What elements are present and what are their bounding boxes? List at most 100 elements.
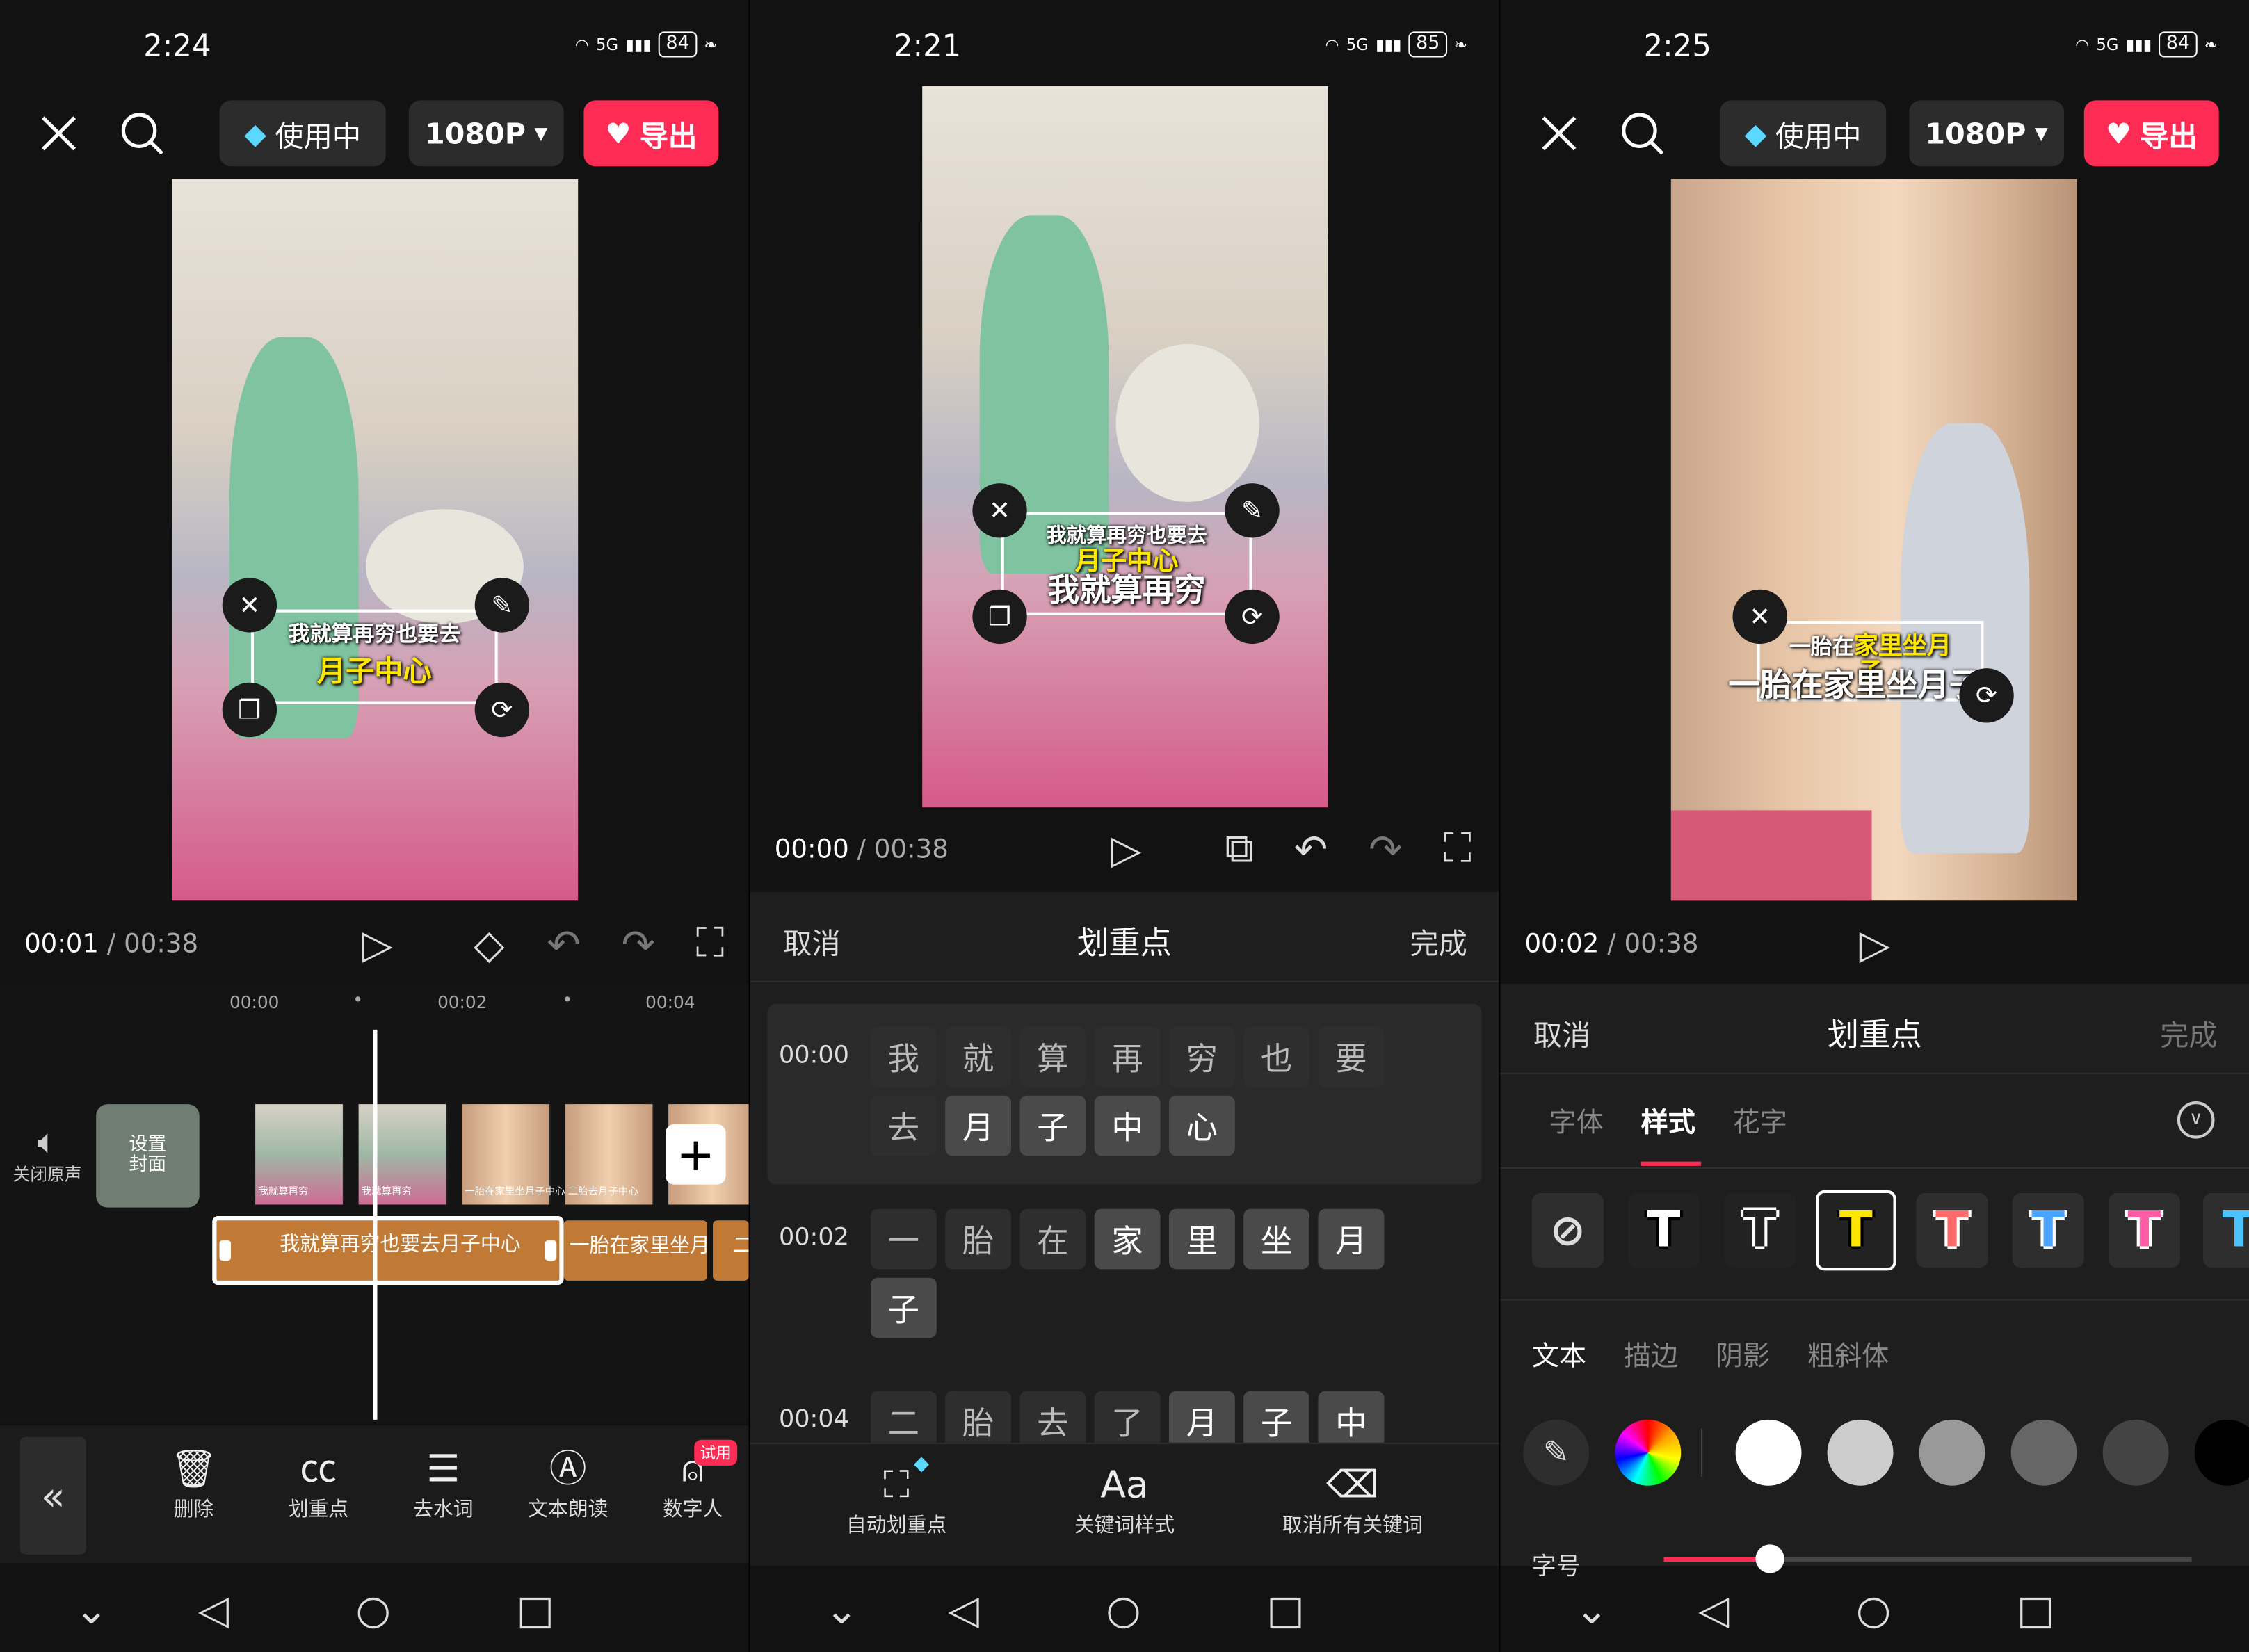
color-swatch[interactable] [2102, 1419, 2169, 1486]
style-preset[interactable]: T [2108, 1193, 2180, 1268]
style-none[interactable]: ⊘ [1531, 1193, 1604, 1268]
video-preview[interactable]: 一胎在家里坐月 子 一胎在家里坐月子 ✕ ⟳ [1670, 179, 2077, 901]
vip-status-button[interactable]: ◆ 使用中 [219, 100, 386, 167]
style-preset[interactable]: T [2012, 1193, 2084, 1268]
keyword-char[interactable]: 二 [870, 1391, 937, 1443]
keyword-char[interactable]: 了 [1094, 1391, 1161, 1443]
vip-status-button[interactable]: ◆ 使用中 [1719, 100, 1887, 167]
style-preset[interactable]: T [1916, 1193, 1988, 1268]
undo-icon[interactable]: ↶ [540, 918, 588, 969]
rotate-caption-icon[interactable]: ⟳ [1225, 589, 1280, 645]
tool-highlight[interactable]: ㏄划重点 [261, 1446, 376, 1523]
auto-highlight-button[interactable]: ⛶ 自动划重点 [839, 1461, 954, 1539]
video-track[interactable]: 我就算再穷 我就算再穷 一胎在家里坐月子中心 二胎去月子中心 + [255, 1104, 749, 1205]
keyword-char[interactable]: 就 [945, 1026, 1012, 1087]
collapse-back-icon[interactable]: « [19, 1436, 86, 1555]
copy-caption-icon[interactable]: ❐ [972, 589, 1027, 645]
edit-caption-icon[interactable]: ✎ [1225, 483, 1280, 538]
keyword-char[interactable]: 也 [1243, 1026, 1310, 1087]
keyword-char[interactable]: 心 [1168, 1095, 1235, 1156]
resolution-dropdown[interactable]: 1080P ▼ [1909, 100, 2064, 167]
copy-caption-icon[interactable]: ❐ [222, 682, 277, 738]
keyword-char[interactable]: 去 [1019, 1391, 1086, 1443]
recents-icon[interactable]: □ [517, 1586, 555, 1633]
compare-on-icon[interactable]: ⧉ [1215, 823, 1264, 875]
keyword-char[interactable]: 月 [1168, 1391, 1235, 1443]
set-cover-button[interactable]: 设置封面 [96, 1104, 200, 1208]
keyword-char[interactable]: 子 [1019, 1095, 1086, 1156]
keyword-char[interactable]: 胎 [945, 1391, 1012, 1443]
undo-icon[interactable]: ↶ [1287, 823, 1335, 875]
resolution-dropdown[interactable]: 1080P ▼ [408, 100, 564, 167]
keyword-char[interactable]: 中 [1318, 1391, 1385, 1443]
done-button[interactable]: 完成 [2160, 1012, 2218, 1054]
play-icon[interactable]: ▷ [1102, 823, 1150, 875]
redo-icon[interactable]: ↷ [1361, 823, 1410, 875]
trim-handle-left[interactable] [219, 1240, 232, 1261]
text-clip[interactable]: 一胎在家里坐月子 [563, 1220, 707, 1281]
close-icon[interactable] [38, 112, 81, 155]
style-preset[interactable]: T [1627, 1193, 1700, 1268]
keyword-char[interactable]: 在 [1019, 1208, 1086, 1270]
recents-icon[interactable]: □ [2017, 1586, 2055, 1633]
video-preview[interactable]: 我就算再穷也要去 月子中心 ✕ ✎ ❐ ⟳ [172, 179, 579, 901]
tab-fancy-text[interactable]: 花字 [1733, 1101, 1787, 1140]
color-swatch[interactable] [1827, 1419, 1894, 1486]
back-icon[interactable]: ◁ [948, 1586, 978, 1633]
keyword-char[interactable]: 月 [945, 1095, 1012, 1156]
done-button[interactable]: 完成 [1410, 921, 1467, 962]
chevron-down-icon[interactable]: ⌄ [825, 1586, 858, 1633]
keyword-char[interactable]: 再 [1094, 1026, 1161, 1087]
keyword-char[interactable]: 坐 [1243, 1208, 1310, 1270]
keyword-char[interactable]: 里 [1168, 1208, 1235, 1270]
subtab-stroke[interactable]: 描边 [1624, 1335, 1678, 1374]
eyedropper-icon[interactable]: ✎ [1523, 1419, 1590, 1486]
close-icon[interactable] [1538, 112, 1581, 155]
delete-caption-icon[interactable]: ✕ [222, 578, 277, 633]
font-size-slider[interactable] [1663, 1544, 2192, 1573]
caption-selection-box[interactable]: 我就算再穷也要去 月子中心 我就算再穷 [1001, 512, 1252, 615]
home-icon[interactable]: ○ [356, 1586, 391, 1633]
chevron-down-icon[interactable]: ⌄ [74, 1586, 108, 1633]
tool-text-to-speech[interactable]: Ⓐ 文本朗读 [510, 1446, 625, 1523]
playhead[interactable] [373, 1029, 378, 1420]
trim-handle-right[interactable] [545, 1240, 557, 1261]
text-clip[interactable]: 二 [713, 1220, 749, 1281]
keyword-char[interactable]: 穷 [1168, 1026, 1235, 1087]
keyword-char[interactable]: 要 [1318, 1026, 1385, 1087]
fullscreen-icon[interactable]: ⛶ [1433, 823, 1481, 875]
keyframe-icon[interactable]: ◇ [462, 918, 516, 969]
keyword-char[interactable]: 胎 [945, 1208, 1012, 1270]
subtab-shadow[interactable]: 阴影 [1716, 1335, 1770, 1374]
color-wheel-icon[interactable] [1615, 1419, 1682, 1486]
keyword-char[interactable]: 去 [870, 1095, 937, 1156]
keyword-char[interactable]: 子 [870, 1277, 937, 1338]
color-swatch[interactable] [2010, 1419, 2077, 1486]
tab-font[interactable]: 字体 [1549, 1101, 1604, 1140]
style-preset-selected[interactable]: T [1816, 1190, 1896, 1271]
redo-icon[interactable]: ↷ [614, 918, 663, 969]
export-button[interactable]: ♥ 导出 [583, 100, 719, 167]
fullscreen-icon[interactable]: ⛶ [686, 918, 734, 969]
add-clip-button[interactable]: + [666, 1124, 726, 1185]
home-icon[interactable]: ○ [1106, 1586, 1140, 1633]
export-button[interactable]: ♥ 导出 [2083, 100, 2219, 167]
color-swatch[interactable] [1919, 1419, 1985, 1486]
subtab-text[interactable]: 文本 [1532, 1335, 1586, 1374]
recents-icon[interactable]: □ [1266, 1586, 1305, 1633]
keyword-char[interactable]: 家 [1094, 1208, 1161, 1270]
delete-caption-icon[interactable]: ✕ [972, 483, 1027, 538]
subtab-bold-italic[interactable]: 粗斜体 [1807, 1335, 1889, 1374]
back-icon[interactable]: ◁ [1698, 1586, 1729, 1633]
timeline-area[interactable]: 00:00 • 00:02 • 00:04 🔈︎ 关闭原声 设置封面 我就算再穷… [0, 983, 749, 1423]
play-icon[interactable]: ▷ [353, 918, 401, 969]
selected-text-clip[interactable]: 我就算再穷也要去月子中心 [212, 1216, 564, 1285]
tab-style[interactable]: 样式 [1641, 1101, 1695, 1140]
edit-caption-icon[interactable]: ✎ [474, 578, 530, 633]
clear-keywords-button[interactable]: ⌫ 取消所有关键词 [1266, 1461, 1439, 1539]
caption-selection-box[interactable]: 我就算再穷也要去 月子中心 [250, 609, 498, 704]
expand-chevron-icon[interactable]: ∨ [2177, 1101, 2215, 1139]
keyword-char[interactable]: 月 [1318, 1208, 1385, 1270]
search-icon[interactable] [1618, 109, 1667, 158]
keyword-char[interactable]: 中 [1094, 1095, 1161, 1156]
